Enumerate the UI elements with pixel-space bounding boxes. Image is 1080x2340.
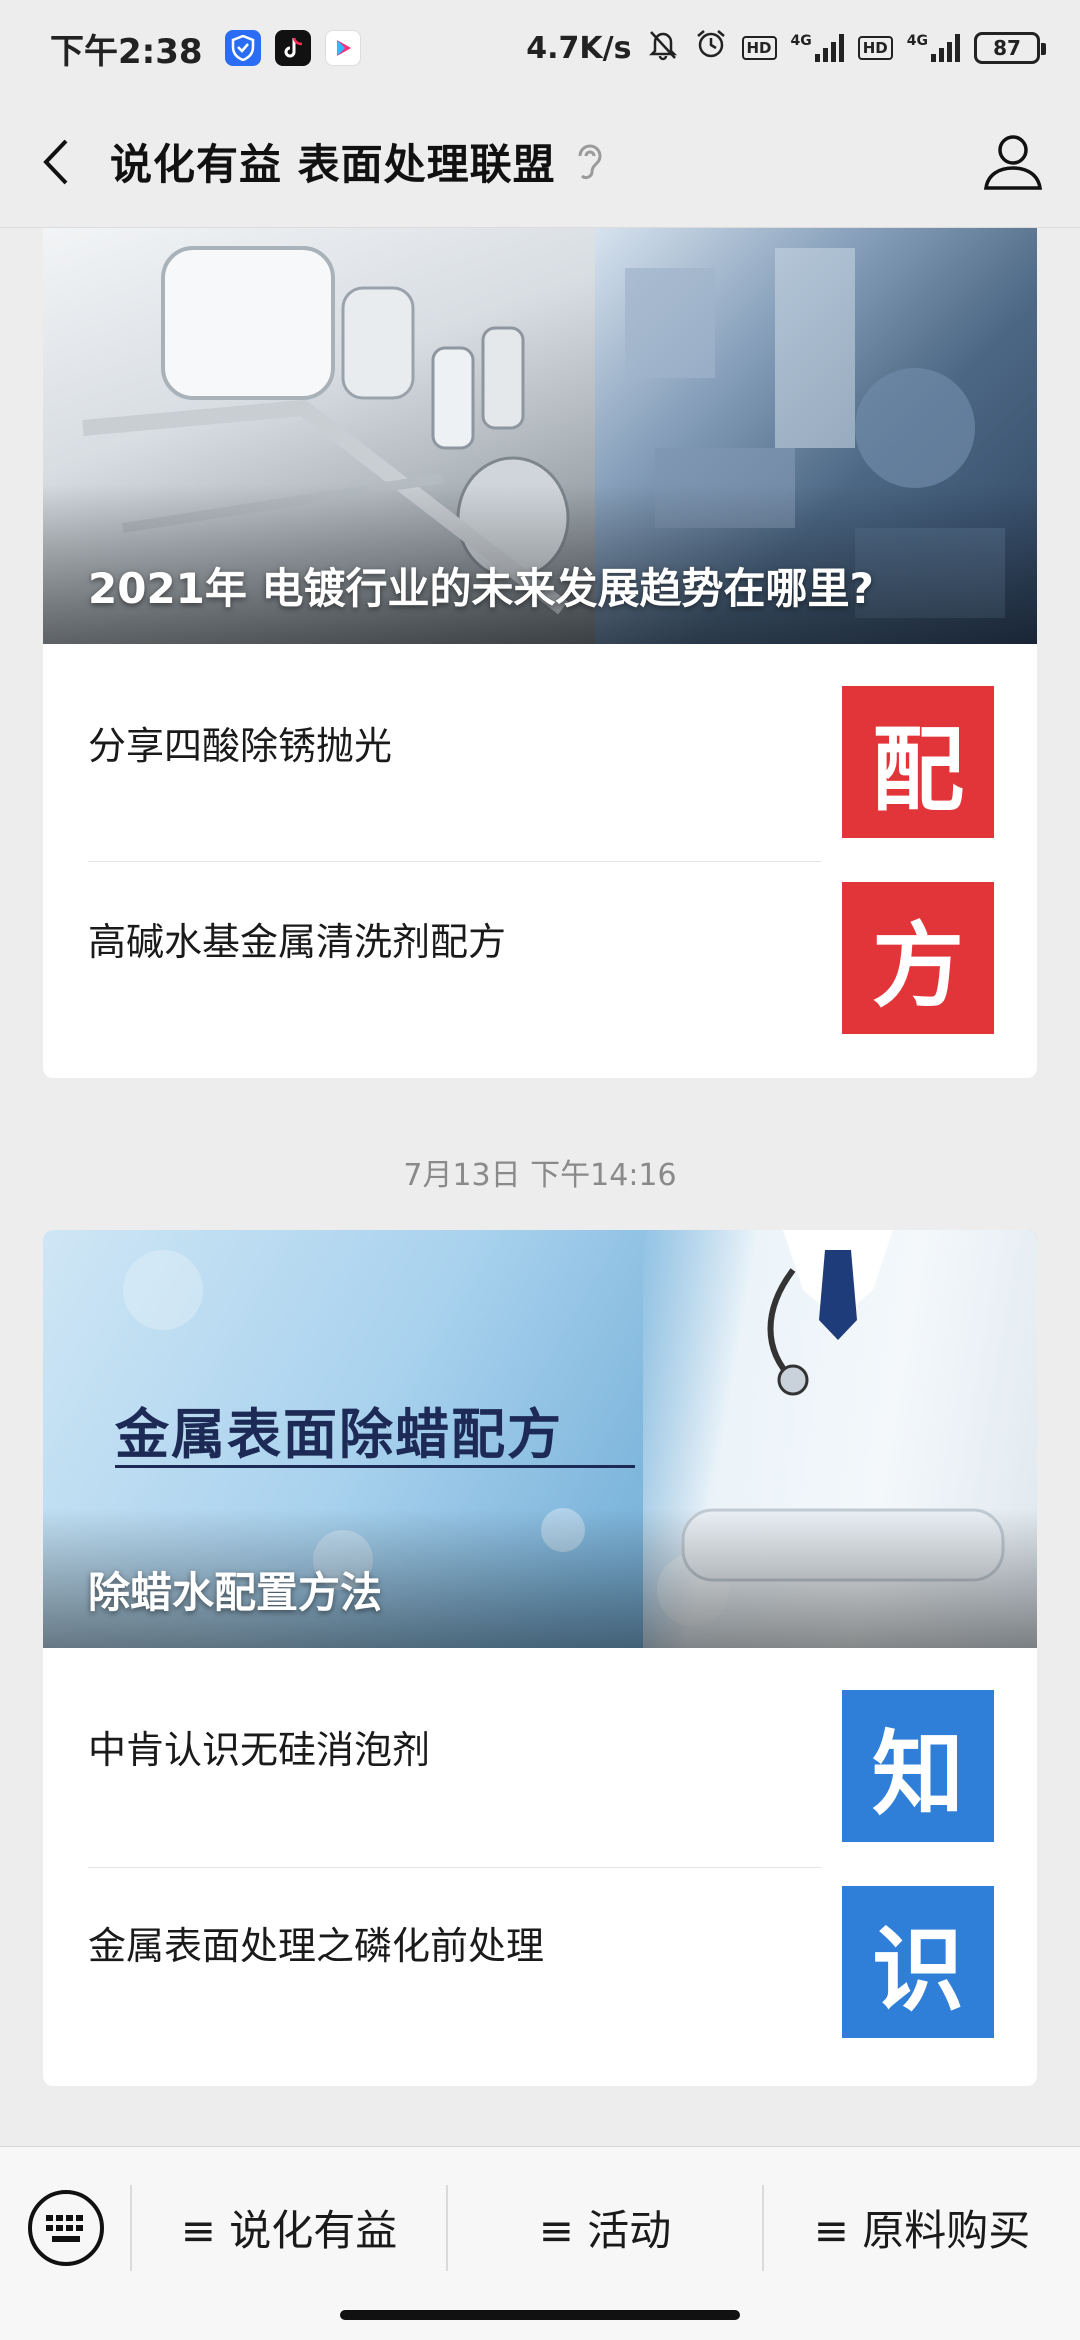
alarm-icon bbox=[694, 27, 728, 69]
article-item-4[interactable]: 金属表面处理之磷化前处理 识 bbox=[43, 1844, 1037, 2040]
article-thumbnail: 知 bbox=[842, 1690, 994, 1842]
net-speed: 4.7K/s bbox=[526, 30, 632, 66]
back-arrow-icon bbox=[43, 139, 68, 184]
signal-bars-2-icon bbox=[931, 34, 960, 62]
article-hero-2[interactable]: 金属表面除蜡配方 除蜡水配置方法 bbox=[43, 1230, 1037, 1648]
screen: 下午2:38 4.7K/s HD 4G HD 4G 87 说化有益 表面处理联盟… bbox=[0, 0, 1080, 2340]
hd-badge-1: HD bbox=[741, 36, 777, 60]
message-timestamp: 7月13日 下午14:16 bbox=[403, 1158, 677, 1193]
page-title: 说化有益 表面处理联盟 bbox=[110, 140, 556, 189]
article-thumbnail: 方 bbox=[842, 882, 994, 1034]
menu-item-activity[interactable]: ≡ 活动 bbox=[448, 2177, 762, 2277]
ear-icon bbox=[574, 138, 610, 186]
article-item-2[interactable]: 高碱水基金属清洗剂配方 方 bbox=[43, 840, 1037, 1036]
article-item-title: 分享四酸除锈抛光 bbox=[88, 723, 393, 768]
profile-button[interactable] bbox=[980, 130, 1046, 196]
menu-item-shuohua[interactable]: ≡ 说化有益 bbox=[132, 2177, 446, 2277]
shield-app-icon bbox=[224, 30, 261, 66]
home-indicator[interactable] bbox=[340, 2310, 740, 2320]
hero-overlay-title: 金属表面除蜡配方 bbox=[115, 1403, 563, 1466]
status-right-group: 4.7K/s HD 4G HD 4G 87 bbox=[526, 27, 1046, 69]
title-bar: 说化有益 表面处理联盟 bbox=[0, 96, 1080, 228]
back-button[interactable] bbox=[0, 96, 110, 228]
article-thumbnail: 配 bbox=[842, 686, 994, 838]
status-bar: 下午2:38 4.7K/s HD 4G HD 4G 87 bbox=[0, 0, 1080, 96]
signal-1: 4G bbox=[791, 34, 844, 62]
article-item-title: 中肯认识无硅消泡剂 bbox=[88, 1727, 431, 1772]
article-thumbnail: 识 bbox=[842, 1886, 994, 2038]
keyboard-icon bbox=[28, 2190, 104, 2266]
status-time: 下午2:38 bbox=[50, 31, 203, 72]
article-item-3[interactable]: 中肯认识无硅消泡剂 知 bbox=[43, 1648, 1037, 1844]
signal-bars-1-icon bbox=[814, 34, 844, 62]
hd-badge-2: HD bbox=[857, 36, 893, 60]
signal-2: 4G bbox=[907, 34, 960, 62]
hero-caption-1: 2021年 电镀行业的未来发展趋势在哪里? bbox=[88, 564, 874, 613]
menu-item-purchase[interactable]: ≡ 原料购买 bbox=[764, 2177, 1080, 2277]
person-icon bbox=[983, 135, 1043, 190]
battery-indicator: 87 bbox=[974, 32, 1046, 64]
youku-app-icon bbox=[324, 30, 361, 66]
article-hero-1[interactable]: 2021年 电镀行业的未来发展趋势在哪里? bbox=[43, 228, 1037, 644]
article-item-title: 高碱水基金属清洗剂配方 bbox=[88, 919, 507, 964]
mute-icon bbox=[646, 27, 680, 69]
hero-overlay-underline bbox=[115, 1465, 635, 1468]
tiktok-app-icon bbox=[274, 30, 311, 66]
article-card-2: 金属表面除蜡配方 除蜡水配置方法 中肯认识无硅消泡剂 知 金属表面处理之磷化前处… bbox=[43, 1230, 1037, 2086]
article-card-1: 2021年 电镀行业的未来发展趋势在哪里? 分享四酸除锈抛光 配 高碱水基金属清… bbox=[43, 228, 1037, 1078]
keyboard-toggle-button[interactable] bbox=[25, 2187, 107, 2269]
article-item-1[interactable]: 分享四酸除锈抛光 配 bbox=[43, 644, 1037, 840]
hero-caption-2: 除蜡水配置方法 bbox=[88, 1568, 383, 1617]
network-type-1: 4G bbox=[790, 33, 812, 49]
article-item-title: 金属表面处理之磷化前处理 bbox=[88, 1923, 545, 1968]
network-type-2: 4G bbox=[906, 33, 928, 49]
